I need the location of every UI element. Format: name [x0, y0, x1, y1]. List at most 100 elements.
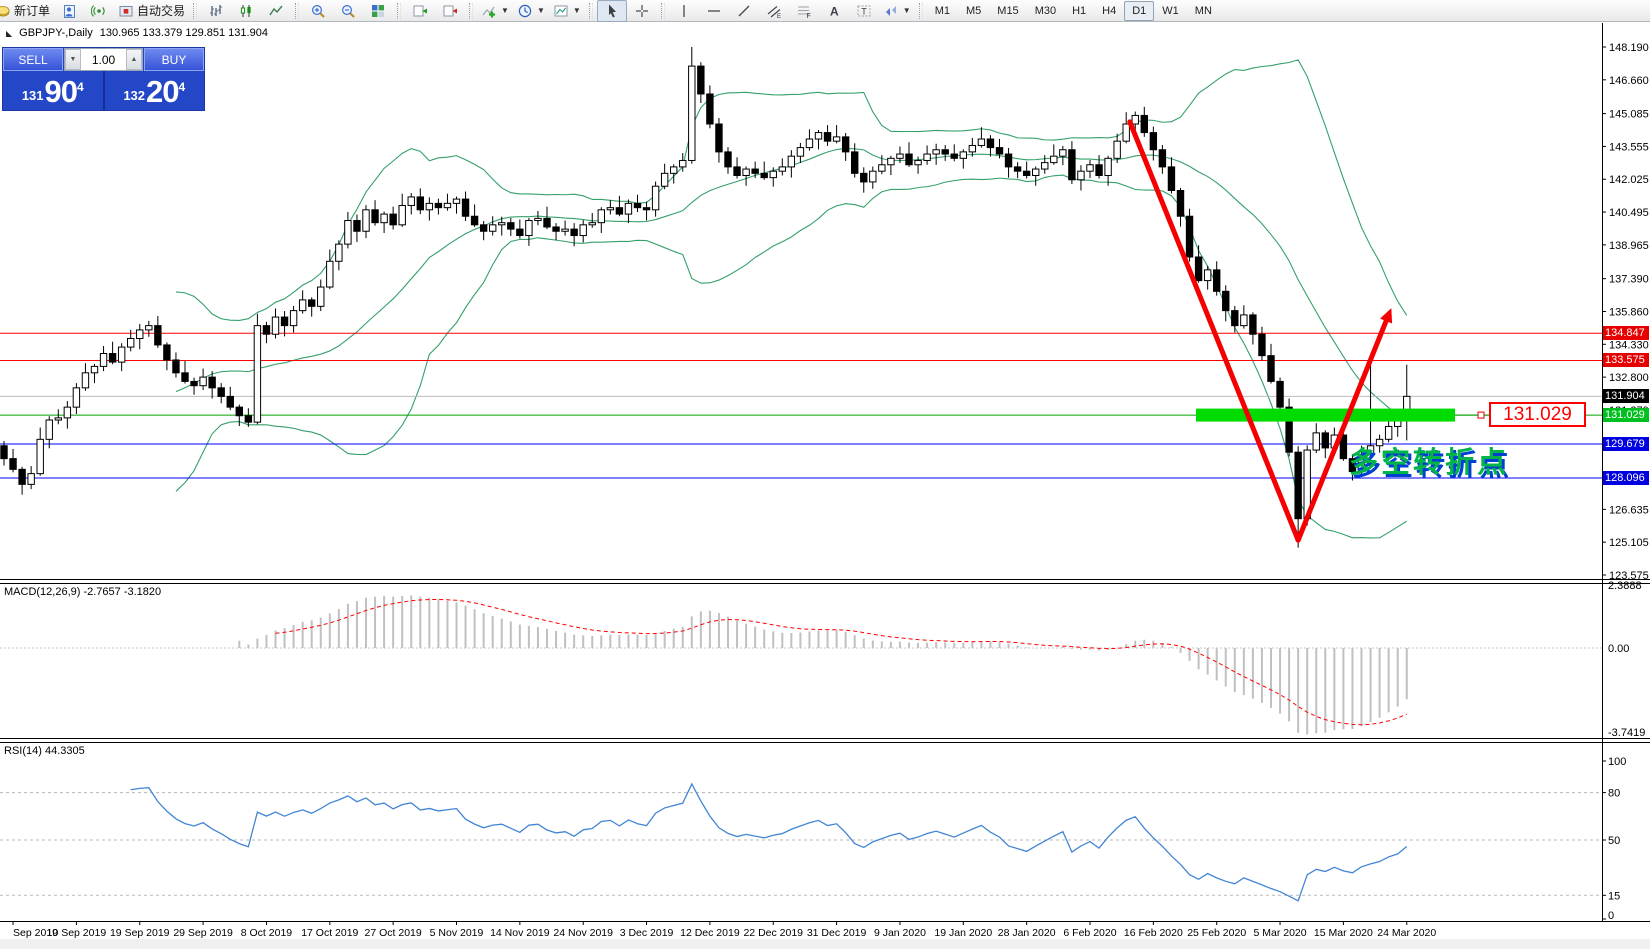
candle-body [598, 210, 604, 223]
autotrade-button[interactable]: 自动交易 [114, 0, 189, 22]
tile-windows-button[interactable] [363, 0, 393, 22]
trend-arrow-down-leg[interactable] [1130, 122, 1298, 540]
fibonacci-button[interactable]: F [789, 0, 819, 22]
candle-body [82, 373, 88, 388]
candle-body [209, 377, 215, 388]
crosshair-button[interactable] [627, 0, 657, 22]
text-button[interactable]: A [819, 0, 849, 22]
candle-body [535, 218, 541, 220]
candle-body [1087, 165, 1093, 171]
text-label-icon: T [856, 3, 872, 19]
candle-body [444, 203, 450, 207]
candle-body [1232, 311, 1238, 326]
candle-body [480, 225, 486, 231]
candle-body [508, 223, 514, 229]
date-axis: Sep 201910 Sep 201919 Sep 201929 Sep 201… [13, 921, 1436, 939]
shapes-button[interactable]: ▼ [879, 0, 915, 22]
buy-price[interactable]: 132 20 4 [105, 71, 205, 110]
chart-area[interactable]: 148.190146.660145.085143.555142.025140.4… [0, 23, 1650, 949]
candle-body [64, 407, 70, 418]
bar-chart-button[interactable] [201, 0, 231, 22]
candle-body [1069, 150, 1075, 180]
chart-canvas[interactable]: 148.190146.660145.085143.555142.025140.4… [0, 23, 1650, 949]
candle-body [752, 169, 758, 173]
sell-price[interactable]: 131 90 4 [3, 71, 103, 110]
date-tick-label: 19 Sep 2019 [110, 927, 170, 939]
templates-button[interactable]: ▼ [549, 0, 585, 22]
candle-body [1114, 141, 1120, 158]
candle-body [408, 197, 414, 206]
candle-body [1313, 433, 1319, 450]
timeframe-button-m5[interactable]: M5 [958, 1, 989, 21]
candle-body [978, 139, 984, 145]
timeframe-button-mn[interactable]: MN [1187, 1, 1220, 21]
bar-chart-icon [208, 3, 224, 19]
candle-body [671, 167, 677, 173]
timeframe-button-m1[interactable]: M1 [927, 1, 958, 21]
vertical-line-button[interactable] [669, 0, 699, 22]
one-click-trading-panel: SELL ▼ 1.00 ▲ BUY 131 90 4 132 20 [2, 47, 205, 111]
candle-body [10, 459, 16, 470]
date-tick-label: 24 Mar 2020 [1377, 927, 1436, 939]
new-order-icon [0, 3, 11, 19]
volume-increase-button[interactable]: ▲ [126, 49, 142, 70]
timeframe-button-m30[interactable]: M30 [1027, 1, 1064, 21]
timeframe-button-h1[interactable]: H1 [1064, 1, 1094, 21]
auto-scroll-button[interactable] [405, 0, 435, 22]
date-tick-label: 31 Dec 2019 [807, 927, 867, 939]
new-order-button[interactable]: 新订单 [0, 0, 54, 22]
trade-controls-row: SELL ▼ 1.00 ▲ BUY [3, 48, 204, 71]
market-watch-button[interactable] [54, 0, 84, 22]
volume-input[interactable]: 1.00 [81, 49, 126, 70]
current-price-badge: 131.904 [1603, 389, 1649, 403]
timeframe-button-m15[interactable]: M15 [989, 1, 1026, 21]
price-tick-label: 143.555 [1609, 141, 1649, 153]
periods-button[interactable]: ▼ [513, 0, 549, 22]
indicators-icon [481, 3, 497, 19]
text-label-button[interactable]: T [849, 0, 879, 22]
connector-handle[interactable] [1478, 412, 1484, 418]
zoom-out-button[interactable] [333, 0, 363, 22]
svg-text:E: E [777, 14, 781, 19]
buy-button[interactable]: BUY [144, 48, 204, 71]
timeframe-button-d1[interactable]: D1 [1124, 1, 1154, 21]
cursor-button[interactable] [597, 0, 627, 22]
candle-chart-button[interactable] [231, 0, 261, 22]
buy-price-prefix: 132 [123, 89, 145, 102]
candle-body [779, 167, 785, 171]
date-tick-label: 6 Feb 2020 [1063, 927, 1116, 939]
trendline-button[interactable] [729, 0, 759, 22]
candle-body [652, 186, 658, 210]
trend-arrow-up-leg[interactable] [1298, 319, 1387, 540]
toolbar-separator [919, 3, 923, 19]
candle-body [969, 145, 975, 151]
indicators-button[interactable]: ▼ [477, 0, 513, 22]
rsi-axis-label: 0 [1608, 910, 1614, 922]
candle-chart-icon [238, 3, 254, 19]
timeframe-button-w1[interactable]: W1 [1154, 1, 1187, 21]
trendline-icon [736, 3, 752, 19]
channel-button[interactable]: E [759, 0, 789, 22]
line-chart-button[interactable] [261, 0, 291, 22]
price-level-badge: 131.029 [1603, 408, 1649, 422]
template-icon [553, 3, 569, 19]
chart-ohlc-values: 130.965 133.379 129.851 131.904 [100, 27, 268, 39]
horizontal-line-button[interactable] [699, 0, 729, 22]
support-price-label[interactable]: 131.029 [1489, 402, 1586, 427]
data-feed-button[interactable] [84, 0, 114, 22]
date-tick-label: 22 Dec 2019 [743, 927, 803, 939]
date-tick-label: 29 Sep 2019 [173, 927, 233, 939]
candle-body [643, 208, 649, 210]
timeframe-button-h4[interactable]: H4 [1094, 1, 1124, 21]
candle-body [182, 373, 188, 382]
sell-button[interactable]: SELL [3, 48, 63, 71]
candle-body [634, 203, 640, 207]
support-zone-bar[interactable] [1196, 409, 1455, 422]
shapes-icon [883, 3, 899, 19]
zoom-in-button[interactable] [303, 0, 333, 22]
chart-shift-button[interactable] [435, 0, 465, 22]
turning-point-annotation[interactable]: 多空转折点 [1349, 439, 1509, 481]
candle-body [861, 173, 867, 182]
candle-body [1159, 150, 1165, 167]
volume-decrease-button[interactable]: ▼ [65, 49, 81, 70]
